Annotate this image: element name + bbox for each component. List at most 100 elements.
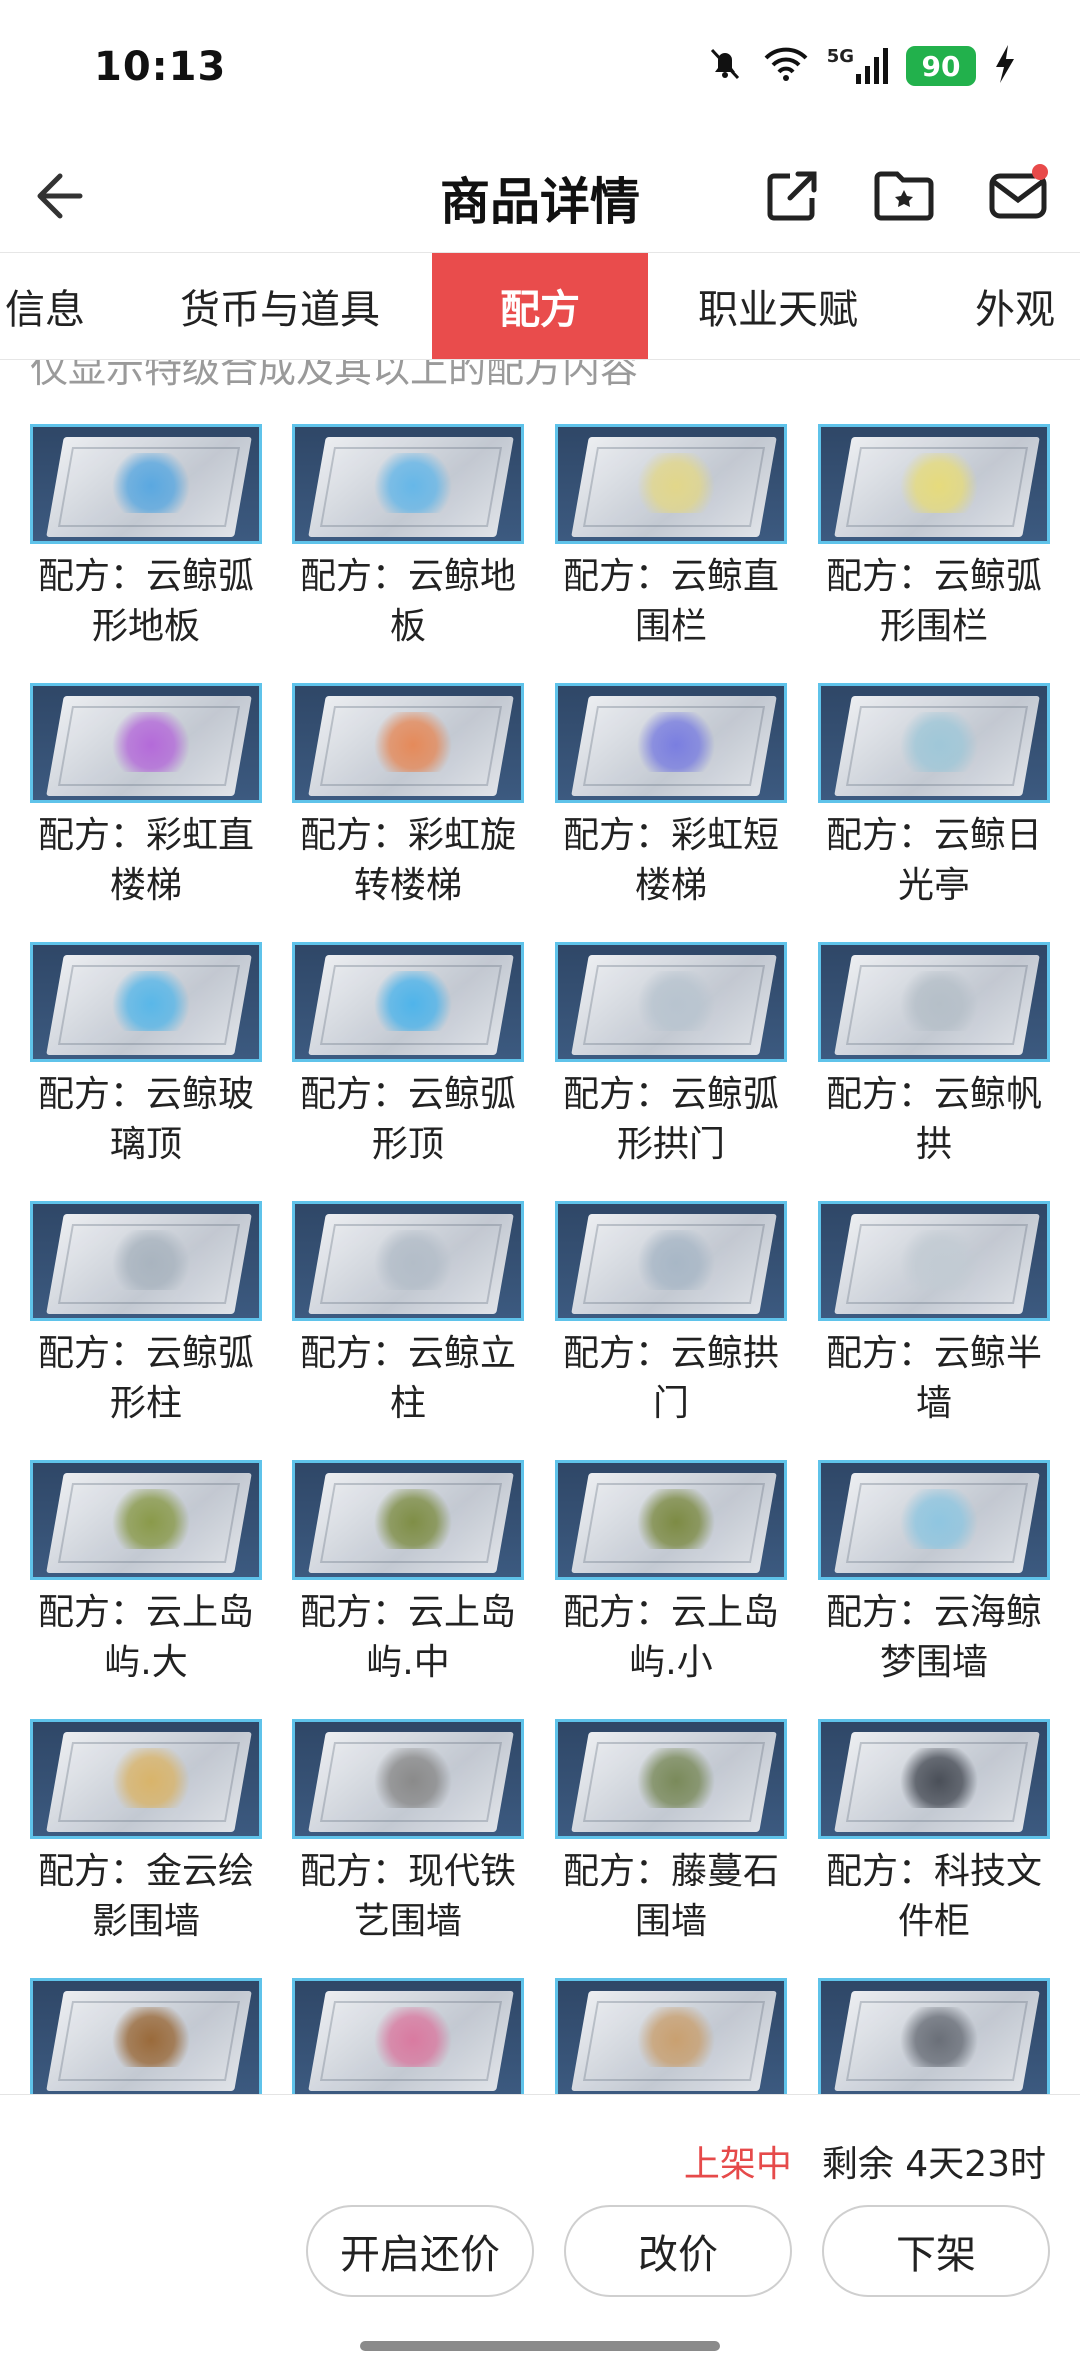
recipe-name-line1: 配方：云鲸弧 xyxy=(299,1074,516,1115)
recipe-name: 配方：云鲸直 围栏 xyxy=(545,552,797,652)
recipe-thumbnail xyxy=(292,1978,524,2094)
recipe-object xyxy=(111,453,191,513)
recipe-object xyxy=(373,1230,453,1290)
recipe-card[interactable]: 配方：云鲸弧 形拱门 xyxy=(555,942,787,1201)
unread-dot xyxy=(1032,164,1048,180)
recipe-name: 配方：云上岛 屿.大 xyxy=(20,1588,272,1688)
recipe-name-line2: 屿.中 xyxy=(366,1642,450,1683)
notice-text: 仅显示特级合成及其以上的配方内容 xyxy=(30,360,639,391)
recipe-object xyxy=(111,1748,191,1808)
recipe-name-line2: 形围栏 xyxy=(879,606,988,647)
recipe-object xyxy=(636,1489,716,1549)
recipe-name: 配方：云鲸弧 形地板 xyxy=(20,552,272,652)
recipe-name: 配方：云鲸拱门 xyxy=(545,1329,797,1429)
recipe-thumbnail xyxy=(818,683,1050,803)
recipe-name-line1: 配方：云上岛 xyxy=(299,1592,516,1633)
listing-status: 上架中 剩余 4天23时 xyxy=(684,2135,1046,2187)
recipe-thumbnail xyxy=(555,1719,787,1839)
recipe-card[interactable]: 配方：云鲸拱门 xyxy=(555,1201,787,1460)
change-price-button[interactable]: 改价 xyxy=(564,2205,792,2297)
recipe-card[interactable]: 配方：科技文 件柜 xyxy=(818,1719,1050,1978)
recipe-card[interactable]: 配方：云上岛 屿.小 xyxy=(555,1460,787,1719)
recipe-card[interactable] xyxy=(292,1978,524,2094)
recipe-object xyxy=(636,1230,716,1290)
recipe-thumbnail xyxy=(555,1978,787,2094)
recipe-thumbnail xyxy=(30,1719,262,1839)
recipe-name-line1: 配方：藤蔓石 xyxy=(562,1851,779,1892)
enable-bargain-button[interactable]: 开启还价 xyxy=(306,2205,534,2297)
tab-info[interactable]: 信息 xyxy=(0,253,90,359)
recipe-card[interactable]: 配方：云鲸直 围栏 xyxy=(555,424,787,683)
recipe-card[interactable]: 配方：金云绘 影围墙 xyxy=(30,1719,262,1978)
recipe-thumbnail xyxy=(555,1201,787,1321)
tab-recipes[interactable]: 配方 xyxy=(432,253,648,359)
recipe-name-line1: 配方：云鲸日 xyxy=(825,815,1042,856)
share-button[interactable] xyxy=(750,154,834,238)
recipe-card[interactable]: 配方：云鲸帆拱 xyxy=(818,942,1050,1201)
tab-currency-items[interactable]: 货币与道具 xyxy=(150,253,410,359)
recipe-card[interactable]: 配方：云鲸弧 形柱 xyxy=(30,1201,262,1460)
recipe-thumbnail xyxy=(30,1978,262,2094)
recipe-thumbnail xyxy=(818,424,1050,544)
recipe-object xyxy=(373,1489,453,1549)
recipe-card[interactable] xyxy=(30,1978,262,2094)
recipe-card[interactable]: 配方：云海鲸 梦围墙 xyxy=(818,1460,1050,1719)
recipe-card[interactable]: 配方：现代铁 艺围墙 xyxy=(292,1719,524,1978)
recipe-name-line1: 配方：云鲸弧 xyxy=(825,556,1042,597)
recipe-thumbnail xyxy=(292,1719,524,1839)
listing-status-label: 上架中 xyxy=(683,2144,792,2185)
recipe-name-line2: 璃顶 xyxy=(109,1124,182,1165)
recipe-card[interactable]: 配方：彩虹短 楼梯 xyxy=(555,683,787,942)
wifi-icon xyxy=(763,44,809,88)
recipe-name-line2: 屿.小 xyxy=(629,1642,713,1683)
recipe-name: 配方：云鲸玻 璃顶 xyxy=(20,1070,272,1170)
recipe-object xyxy=(899,2007,979,2067)
recipe-card[interactable]: 配方：云鲸弧 形围栏 xyxy=(818,424,1050,683)
recipe-object xyxy=(636,2007,716,2067)
recipe-object xyxy=(111,971,191,1031)
home-indicator xyxy=(360,2341,720,2351)
recipe-name: 配方：科技文 件柜 xyxy=(808,1847,1060,1947)
recipe-card[interactable]: 配方：云鲸立柱 xyxy=(292,1201,524,1460)
recipe-list[interactable]: 仅显示特级合成及其以上的配方内容 配方：云鲸弧 形地板 配方：云鲸地板配方：云鲸直围… xyxy=(0,360,1080,2094)
recipe-card[interactable]: 配方：云鲸弧 形顶 xyxy=(292,942,524,1201)
favorite-button[interactable] xyxy=(862,154,946,238)
recipe-thumbnail xyxy=(555,1460,787,1580)
mute-bell-icon xyxy=(705,44,745,88)
recipe-name: 配方：云鲸地板 xyxy=(282,552,534,652)
recipe-card[interactable]: 配方：云鲸日 光亭 xyxy=(818,683,1050,942)
bottom-action-bar: 上架中 剩余 4天23时 开启还价 改价 下架 xyxy=(0,2094,1080,2373)
recipe-name-line2: 门 xyxy=(652,1383,689,1424)
recipe-card[interactable]: 配方：云鲸玻 璃顶 xyxy=(30,942,262,1201)
recipe-name: 配方：藤蔓石 围墙 xyxy=(545,1847,797,1947)
recipe-name: 配方：云鲸弧 形柱 xyxy=(20,1329,272,1429)
recipe-object xyxy=(111,1230,191,1290)
share-icon xyxy=(767,171,817,221)
recipe-object xyxy=(111,2007,191,2067)
recipe-card[interactable]: 配方：云上岛 屿.大 xyxy=(30,1460,262,1719)
tab-talents[interactable]: 职业天赋 xyxy=(680,253,876,359)
recipe-card[interactable] xyxy=(818,1978,1050,2094)
recipe-card[interactable]: 配方：云鲸地板 xyxy=(292,424,524,683)
recipe-name-line2: 板 xyxy=(389,606,426,647)
recipe-object xyxy=(373,453,453,513)
recipe-card[interactable]: 配方：彩虹旋 转楼梯 xyxy=(292,683,524,942)
recipe-card[interactable]: 配方：藤蔓石 围墙 xyxy=(555,1719,787,1978)
recipe-name-line1: 配方：彩虹旋 xyxy=(299,815,516,856)
recipe-name-line1: 配方：金云绘 xyxy=(37,1851,254,1892)
recipe-name-line1: 配方：彩虹直 xyxy=(37,815,254,856)
recipe-name-line1: 配方：彩虹短 xyxy=(562,815,779,856)
message-button[interactable] xyxy=(976,154,1060,238)
recipe-thumbnail xyxy=(555,942,787,1062)
recipe-name: 配方：云鲸帆拱 xyxy=(808,1070,1060,1170)
recipe-name-line1: 配方：云上岛 xyxy=(562,1592,779,1633)
recipe-card[interactable]: 配方：云鲸半墙 xyxy=(818,1201,1050,1460)
recipe-card[interactable] xyxy=(555,1978,787,2094)
tab-appearance[interactable]: 外观 xyxy=(960,253,1070,359)
recipe-name-line2: 楼梯 xyxy=(634,865,707,906)
recipe-card[interactable]: 配方：云鲸弧 形地板 xyxy=(30,424,262,683)
recipe-name-line2: 转楼梯 xyxy=(353,865,462,906)
recipe-card[interactable]: 配方：彩虹直 楼梯 xyxy=(30,683,262,942)
delist-button[interactable]: 下架 xyxy=(822,2205,1050,2297)
recipe-card[interactable]: 配方：云上岛 屿.中 xyxy=(292,1460,524,1719)
